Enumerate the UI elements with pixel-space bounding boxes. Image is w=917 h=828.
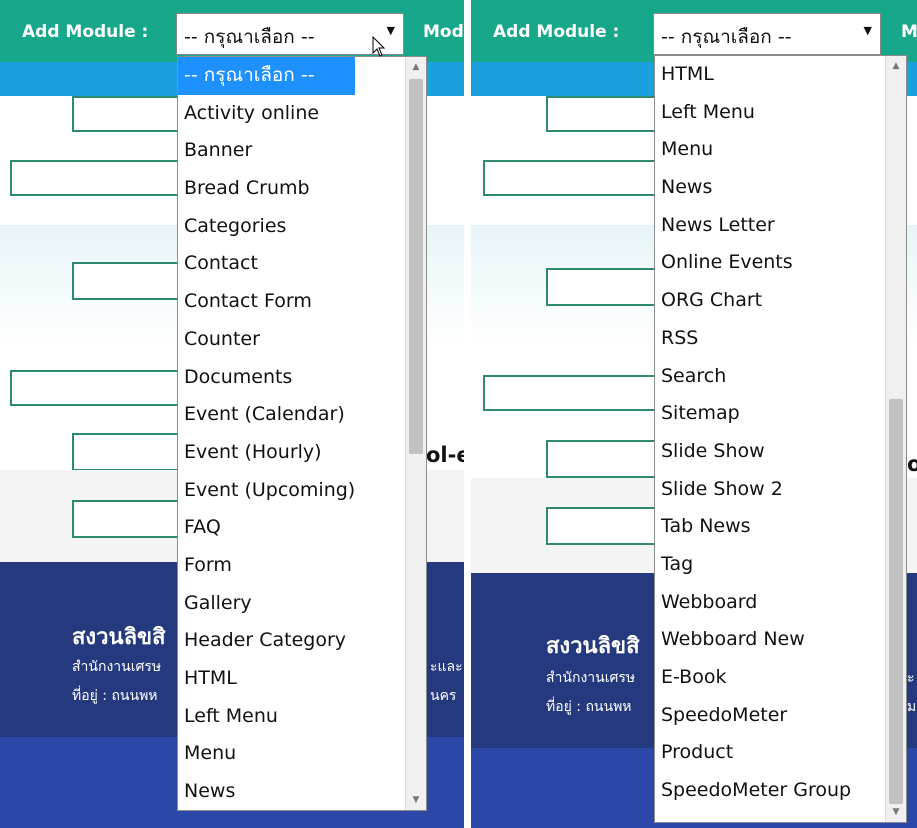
dropdown-option[interactable]: FAQ [178, 509, 355, 547]
dropdown-scrollbar[interactable]: ▲ ▼ [885, 56, 906, 822]
right-screenshot-panel: Add Module : -- กรุณาเลือก -- ▼ M o สงวน… [471, 0, 917, 828]
dropdown-options: HTML Left Menu Menu News News Letter Online E… [655, 56, 851, 810]
dropdown-option[interactable]: Event (Hourly) [178, 434, 355, 472]
module-toolbar: Add Module : -- กรุณาเลือก -- ▼ Mod [0, 0, 464, 62]
dropdown-options: -- กรุณาเลือก -- Activity online Banner Bre… [178, 57, 356, 810]
footer-org-fragment: ะและ [430, 659, 463, 675]
dropdown-option[interactable]: Tab News [655, 508, 851, 546]
dropdown-option[interactable]: Gallery [178, 585, 355, 623]
dropdown-arrow-icon: ▼ [863, 24, 872, 37]
dropdown-option[interactable]: SpeedoMeter Group [655, 772, 851, 810]
footer-org-line: สำนักงานเศรษ [546, 670, 636, 686]
dropdown-option[interactable]: Categories [178, 208, 355, 246]
module-dropdown-list[interactable]: HTML Left Menu Menu News News Letter Online E… [654, 55, 907, 823]
dropdown-option[interactable]: E-Book [655, 659, 851, 697]
cut-heading: ol-e [426, 443, 464, 467]
left-screenshot-panel: Add Module : -- กรุณาเลือก -- ▼ Mod ol-e… [0, 0, 464, 828]
dropdown-option[interactable]: Activity online [178, 95, 355, 133]
layout-box [10, 370, 190, 406]
dropdown-option[interactable]: Bread Crumb [178, 170, 355, 208]
footer-address-fragment: ม [907, 699, 917, 715]
dropdown-option[interactable]: Header Category [178, 622, 355, 660]
dropdown-option[interactable]: Search [655, 358, 851, 396]
dropdown-option[interactable]: Counter [178, 321, 355, 359]
footer-org-line: สำนักงานเศรษ [72, 659, 162, 675]
mouse-pointer-icon [372, 36, 386, 57]
dropdown-option[interactable]: ORG Chart [655, 282, 851, 320]
dropdown-option[interactable]: Slide Show 2 [655, 471, 851, 509]
dropdown-option[interactable]: Documents [178, 359, 355, 397]
dropdown-option[interactable]: HTML [655, 56, 851, 94]
dropdown-option[interactable]: RSS [655, 320, 851, 358]
footer-address-line: ที่อยู่ : ถนนพห [72, 688, 158, 704]
add-module-label: Add Module : [22, 22, 149, 42]
dropdown-option[interactable]: News [178, 773, 355, 810]
layout-box [483, 375, 663, 411]
layout-box [546, 440, 666, 478]
module-toolbar: Add Module : -- กรุณาเลือก -- ▼ M [471, 0, 917, 62]
dropdown-option[interactable]: News Letter [655, 207, 851, 245]
add-module-label: Add Module : [493, 22, 620, 42]
dropdown-option[interactable]: Product [655, 734, 851, 772]
toolbar-cut-label: M [901, 22, 917, 42]
footer-address-fragment: นคร [430, 688, 457, 704]
scroll-thumb[interactable] [889, 399, 903, 804]
layout-box [72, 500, 192, 538]
toolbar-cut-label: Mod [423, 22, 464, 42]
dropdown-option[interactable]: Event (Calendar) [178, 396, 355, 434]
dropdown-scrollbar[interactable]: ▲ ▼ [405, 57, 426, 810]
dropdown-option[interactable]: Menu [178, 735, 355, 773]
dropdown-option[interactable]: Tag [655, 546, 851, 584]
module-select-value: -- กรุณาเลือก -- [184, 26, 315, 48]
dropdown-option[interactable]: Online Events [655, 244, 851, 282]
footer-title: สงวนลิขสิ [72, 625, 166, 650]
dropdown-option[interactable]: Left Menu [655, 94, 851, 132]
dropdown-option[interactable]: Sitemap [655, 395, 851, 433]
layout-box [546, 507, 666, 545]
dropdown-option[interactable]: News [655, 169, 851, 207]
layout-box [72, 433, 192, 471]
dropdown-option[interactable]: Webboard New [655, 621, 851, 659]
dropdown-arrow-icon: ▼ [386, 24, 395, 37]
footer-title: สงวนลิขสิ [546, 634, 640, 659]
module-select-value: -- กรุณาเลือก -- [661, 26, 792, 48]
dropdown-option[interactable]: Banner [178, 132, 355, 170]
layout-box [546, 96, 666, 132]
layout-box [10, 160, 190, 196]
footer-org-fragment: ะ [907, 670, 915, 686]
scroll-thumb[interactable] [409, 79, 423, 454]
scroll-down-arrow-icon[interactable]: ▼ [886, 802, 906, 822]
dropdown-option[interactable]: Contact [178, 245, 355, 283]
module-dropdown-list[interactable]: -- กรุณาเลือก -- Activity online Banner Bre… [177, 56, 427, 811]
cut-heading: o [907, 452, 917, 476]
module-select[interactable]: -- กรุณาเลือก -- ▼ [653, 13, 881, 55]
footer-address-line: ที่อยู่ : ถนนพห [546, 699, 632, 715]
dropdown-option[interactable]: HTML [178, 660, 355, 698]
dropdown-option[interactable]: Left Menu [178, 698, 355, 736]
dropdown-option[interactable]: Menu [655, 131, 851, 169]
dropdown-option[interactable]: Contact Form [178, 283, 355, 321]
scroll-up-arrow-icon[interactable]: ▲ [886, 56, 906, 76]
dropdown-option[interactable]: Webboard [655, 584, 851, 622]
dropdown-option[interactable]: SpeedoMeter [655, 697, 851, 735]
dropdown-option[interactable]: Form [178, 547, 355, 585]
panel-divider [464, 0, 471, 828]
scroll-up-arrow-icon[interactable]: ▲ [406, 57, 426, 77]
scroll-down-arrow-icon[interactable]: ▼ [406, 790, 426, 810]
layout-box [72, 96, 192, 132]
layout-box [483, 160, 663, 196]
dropdown-option[interactable]: -- กรุณาเลือก -- [178, 57, 356, 95]
dropdown-option[interactable]: Slide Show [655, 433, 851, 471]
layout-box [546, 268, 666, 306]
module-select[interactable]: -- กรุณาเลือก -- ▼ [176, 13, 404, 55]
layout-box [72, 262, 192, 300]
dropdown-option[interactable]: Event (Upcoming) [178, 472, 355, 510]
